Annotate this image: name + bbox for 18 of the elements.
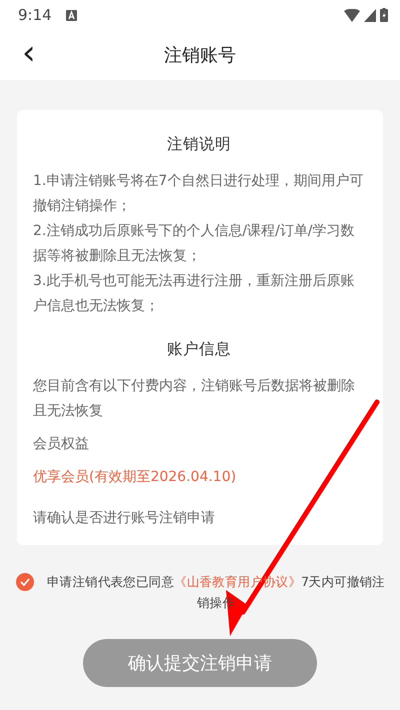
back-button[interactable]: ‹	[18, 36, 40, 70]
body-text: 1.申请注销账号将在7个自然日进行处理，期间用户可撤销注销操作；	[33, 172, 364, 216]
battery-icon	[380, 8, 388, 22]
body-text: 请确认是否进行账号注销申请	[33, 509, 216, 528]
checkmark-icon	[20, 578, 30, 586]
section-title: 注销说明	[166, 134, 232, 155]
section-title: 账户信息	[166, 339, 232, 360]
body-text: 3.此手机号也可能无法再进行注册，重新注册后原账户信息也无法恢复；	[33, 272, 356, 316]
body-text: 2.注销成功后原账号下的个人信息/课程/订单/学习数据等将被删除且无法恢复；	[33, 222, 356, 266]
wifi-icon	[344, 8, 360, 22]
page-title: 注销账号	[164, 44, 236, 67]
signal-icon	[364, 8, 376, 22]
agree-checkbox[interactable]	[16, 573, 34, 591]
body-text: 会员权益	[33, 435, 90, 454]
membership-text: 优享会员(有效期至2026.04.10)	[33, 468, 238, 487]
status-time: 9:14	[18, 6, 52, 24]
body-text: 您目前含有以下付费内容，注销账号后数据将被删除且无法恢复	[33, 377, 356, 421]
notification-icon	[66, 10, 77, 20]
